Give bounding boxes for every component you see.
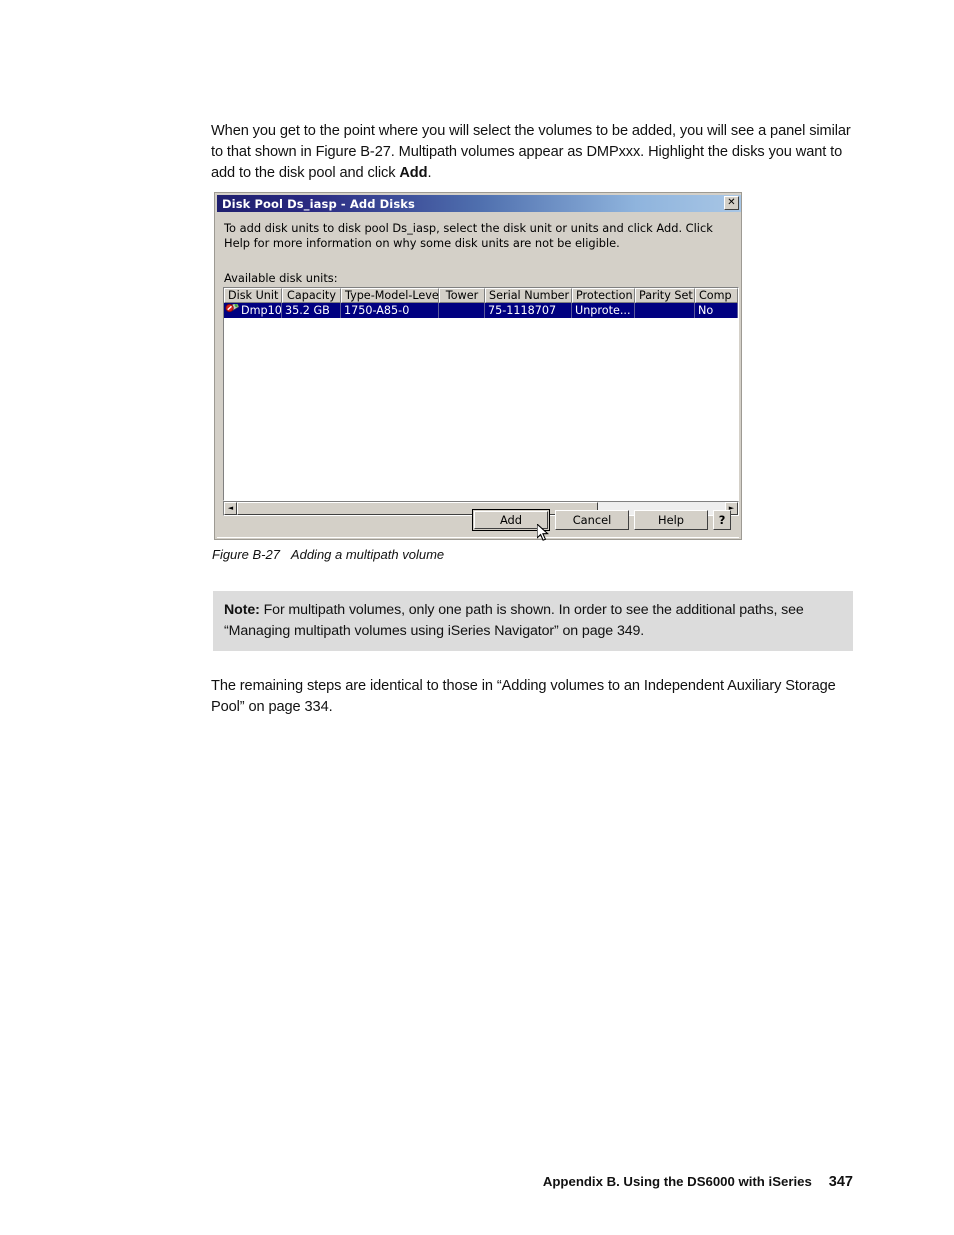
figure-caption-text: Adding a multipath volume (290, 547, 445, 562)
table-header-row: Disk Unit Capacity Type-Model-Level Towe… (224, 288, 738, 303)
available-disk-units-label: Available disk units: (224, 271, 338, 285)
disk-units-list[interactable]: Disk Unit Capacity Type-Model-Level Towe… (223, 287, 739, 501)
add-button[interactable]: Add (472, 509, 550, 531)
cell-tower[interactable] (439, 303, 485, 318)
figure-number: Figure B-27 (212, 547, 280, 562)
intro-paragraph-text-1: When you get to the point where you will… (211, 122, 851, 181)
dialog-title: Disk Pool Ds_iasp - Add Disks (222, 196, 415, 211)
note-body: For multipath volumes, only one path is … (224, 602, 804, 639)
page-footer: Appendix B. Using the DS6000 with iSerie… (0, 1174, 954, 1190)
column-header-parity-set[interactable]: Parity Set (635, 288, 695, 303)
intro-paragraph: When you get to the point where you will… (211, 121, 853, 184)
note-box: Note: For multipath volumes, only one pa… (213, 591, 853, 651)
dialog-instruction-text: To add disk units to disk pool Ds_iasp, … (224, 221, 713, 250)
scroll-left-arrow-icon[interactable]: ◄ (224, 502, 237, 515)
cell-compressed[interactable]: No (695, 303, 738, 318)
intro-paragraph-bold-add: Add (399, 164, 428, 181)
column-header-serial-number[interactable]: Serial Number (485, 288, 572, 303)
column-header-capacity[interactable]: Capacity (282, 288, 341, 303)
page-number: 347 (828, 1174, 853, 1190)
dialog-button-row: Add Cancel Help ? (472, 509, 731, 531)
help-button[interactable]: Help (634, 510, 708, 530)
cell-disk-unit[interactable]: Dmp105 (224, 303, 282, 318)
footer-chapter-title: Appendix B. Using the DS6000 with iSerie… (542, 1174, 812, 1189)
disk-unavailable-icon (225, 304, 240, 317)
intro-paragraph-text-2: . (427, 164, 432, 181)
cell-parity-set[interactable] (635, 303, 695, 318)
cell-serial-number[interactable]: 75-1118707 (485, 303, 572, 318)
cell-disk-unit-label: Dmp105 (241, 304, 282, 317)
close-icon[interactable]: ✕ (724, 196, 739, 210)
note-text: Note: For multipath volumes, only one pa… (224, 600, 841, 642)
context-help-icon[interactable]: ? (713, 510, 731, 530)
column-header-tower[interactable]: Tower (439, 288, 485, 303)
cancel-button[interactable]: Cancel (555, 510, 629, 530)
column-header-disk-unit[interactable]: Disk Unit (224, 288, 282, 303)
column-header-protection[interactable]: Protection (572, 288, 635, 303)
disk-units-table: Disk Unit Capacity Type-Model-Level Towe… (224, 288, 738, 318)
closing-paragraph: The remaining steps are identical to tho… (211, 677, 836, 715)
figure-caption: Figure B-27 Adding a multipath volume (212, 547, 444, 562)
dialog-bottom-rule (217, 537, 739, 538)
column-header-type-model-level[interactable]: Type-Model-Level (341, 288, 439, 303)
add-button-label: Add (474, 511, 548, 529)
note-label: Note: (224, 602, 260, 618)
table-row[interactable]: Dmp105 35.2 GB 1750-A85-0 75-1118707 Unp… (224, 303, 738, 318)
cell-capacity[interactable]: 35.2 GB (282, 303, 341, 318)
add-disks-dialog: Disk Pool Ds_iasp - Add Disks ✕ To add d… (214, 192, 742, 540)
cell-type-model-level[interactable]: 1750-A85-0 (341, 303, 439, 318)
cell-protection[interactable]: Unprote... (572, 303, 635, 318)
column-header-compressed[interactable]: Comp (695, 288, 738, 303)
dialog-title-bar: Disk Pool Ds_iasp - Add Disks ✕ (217, 195, 741, 212)
